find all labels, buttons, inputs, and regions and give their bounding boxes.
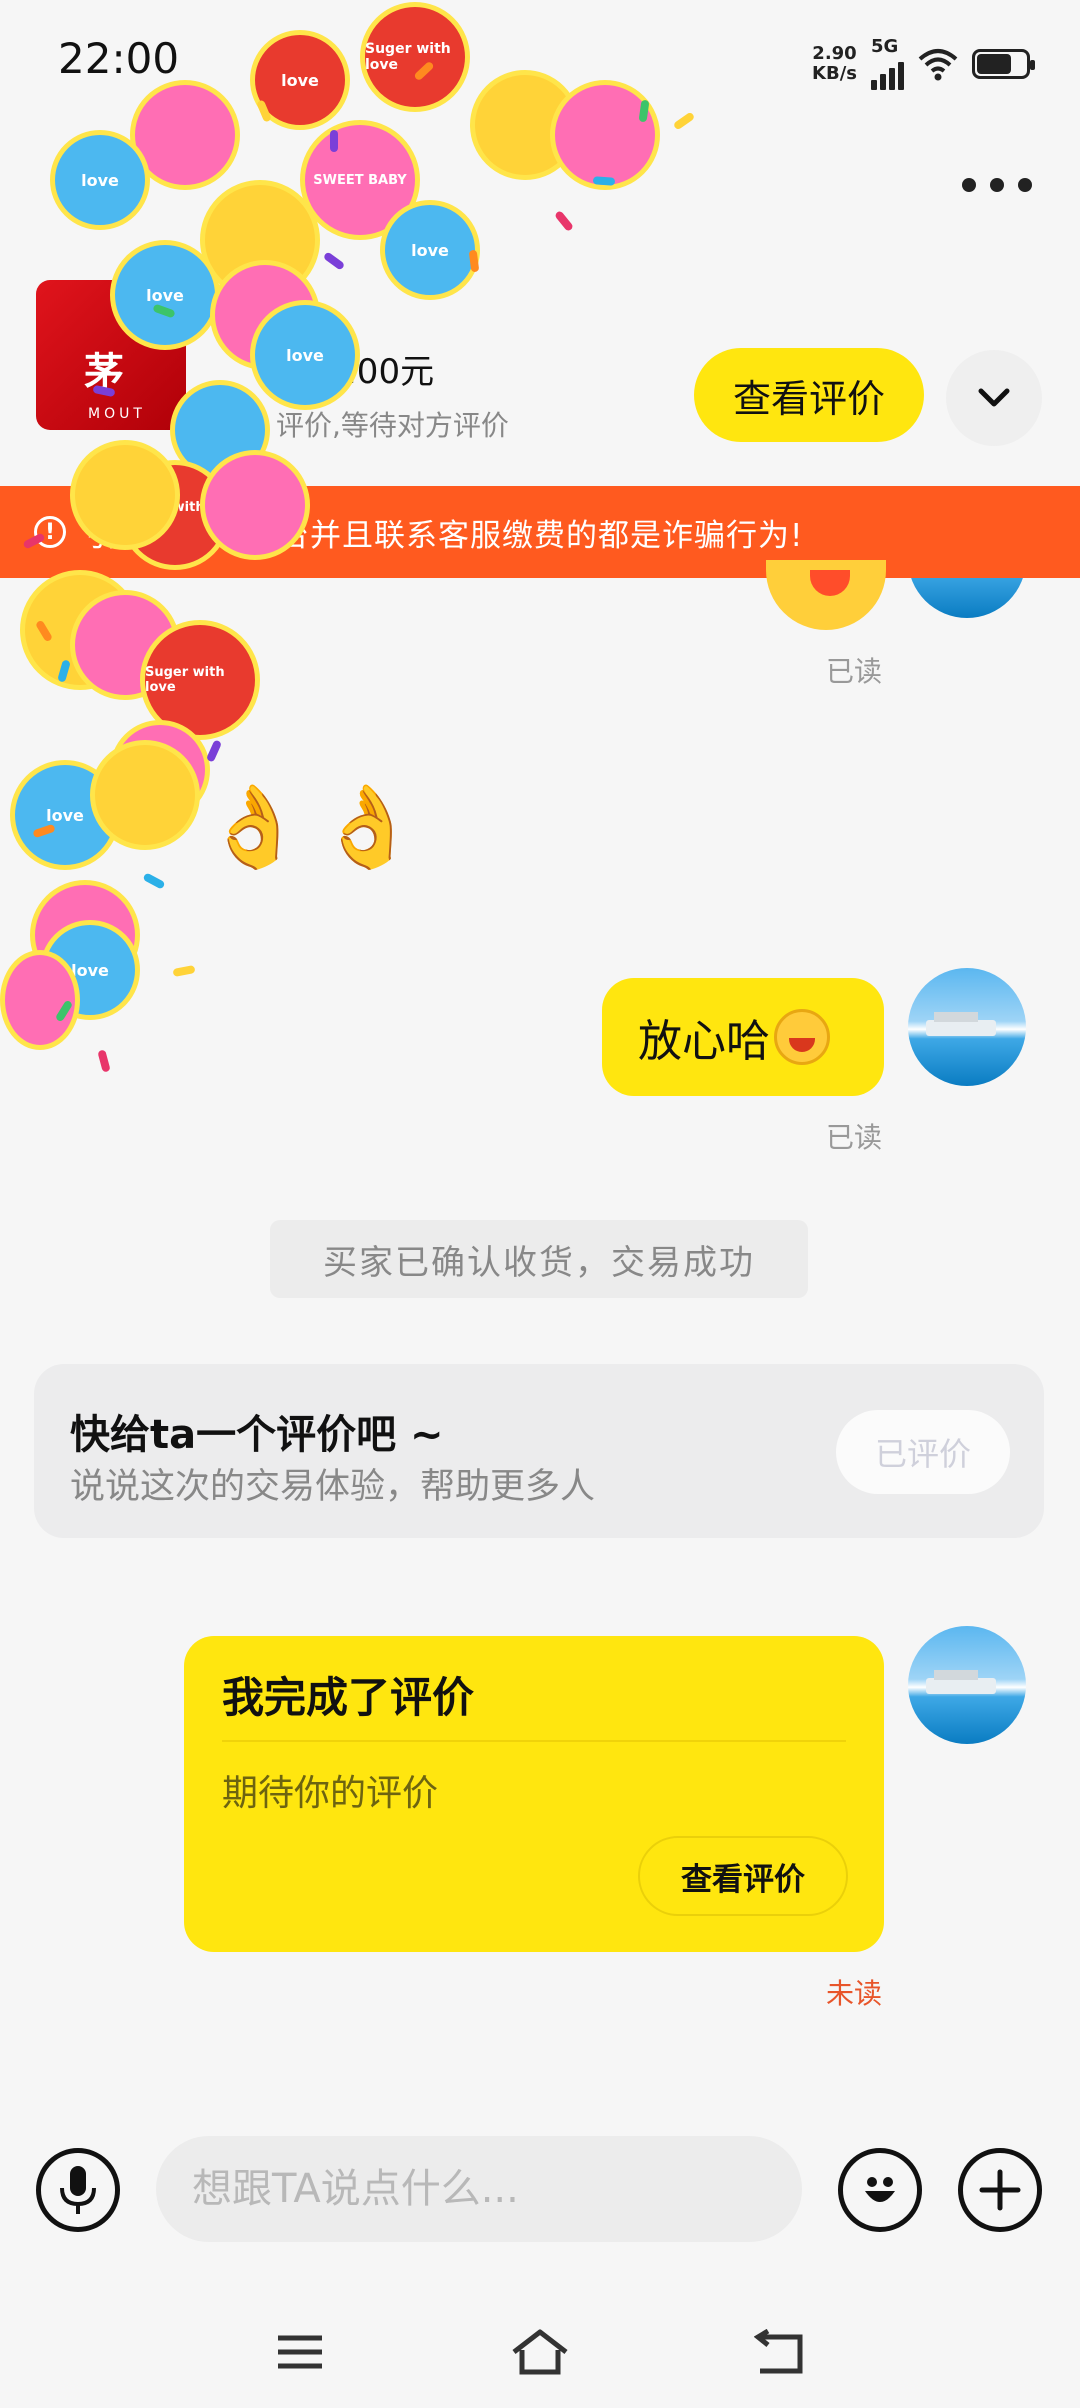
heart-sticker: Suger with love (140, 620, 260, 740)
warning-icon: ! (34, 516, 66, 548)
avatar[interactable] (908, 968, 1026, 1086)
sprinkle-decoration (172, 964, 196, 978)
reviewed-button[interactable]: 已评价 (836, 1410, 1010, 1494)
read-status: 已读 (826, 655, 883, 688)
home-icon[interactable] (508, 2320, 572, 2384)
smiley-sticker (110, 720, 210, 820)
laughing-emoji-icon (774, 1009, 830, 1065)
smiley-sticker (70, 590, 180, 700)
unread-status: 未读 (826, 1977, 883, 2010)
smiley-sticker (20, 570, 140, 690)
review-card-title: 我完成了评价 (222, 1673, 475, 1722)
menu-icon[interactable] (268, 2320, 332, 2384)
product-thumb-brand: 茅 (84, 350, 124, 396)
review-prompt-title: 快给ta一个评价吧 ~ (70, 1412, 444, 1458)
status-indicators: 2.90 KB/s 5G (812, 38, 1035, 90)
sprinkle-decoration (553, 209, 575, 233)
navigation-bar (0, 2280, 1080, 2408)
sprinkle-decoration (142, 872, 166, 890)
battery-icon (972, 49, 1035, 79)
sprinkle-decoration (34, 619, 54, 643)
view-review-button[interactable]: 查看评价 (694, 348, 924, 442)
status-time: 22:00 (58, 34, 180, 83)
warning-text: 引导至闲鱼平台并且联系客服缴费的都是诈骗行为! (86, 517, 804, 554)
review-prompt-card: 快给ta一个评价吧 ~ 说说这次的交易体验，帮助更多人 已评价 (34, 1364, 1044, 1538)
heart-sticker: love (40, 920, 140, 1020)
review-card-subtitle: 期待你的评价 (222, 1773, 439, 1814)
heart-sticker: love (50, 130, 150, 230)
system-message: 买家已确认收货，交易成功 (270, 1220, 808, 1298)
message-input[interactable] (156, 2136, 802, 2242)
heart-sticker: love (10, 760, 120, 870)
status-bar: 22:00 2.90 KB/s 5G (0, 0, 1080, 120)
sprinkle-decoration (592, 176, 616, 186)
product-price: .00元 (346, 352, 435, 392)
review-complete-card[interactable]: 我完成了评价 期待你的评价 查看评价 (184, 1636, 884, 1952)
product-status: 评价,等待对方评价 (276, 409, 509, 442)
read-status: 已读 (826, 1121, 883, 1154)
smiley-sticker: SWEET BABY (300, 120, 420, 240)
message-text: 放心哈 (638, 1016, 770, 1067)
sprinkle-decoration (54, 999, 74, 1023)
review-prompt-subtitle: 说说这次的交易体验，帮助更多人 (70, 1467, 596, 1507)
chevron-down-icon[interactable] (946, 350, 1042, 446)
smiley-sticker (90, 740, 200, 850)
emoji-icon[interactable] (838, 2148, 922, 2232)
divider (222, 1740, 846, 1742)
more-dots-icon[interactable] (962, 170, 1032, 200)
ok-hand-emoji-message: 👌👌 (204, 780, 432, 873)
sprinkle-decoration (205, 739, 223, 763)
sprinkle-decoration (97, 1049, 111, 1073)
smiley-sticker (30, 880, 140, 990)
scam-warning-bar: ! 引导至闲鱼平台并且联系客服缴费的都是诈骗行为! (0, 486, 1080, 578)
smiley-sticker (0, 950, 80, 1050)
microphone-icon[interactable] (36, 2148, 120, 2232)
network-speed: 2.90 KB/s (812, 43, 857, 84)
view-review-card-button[interactable]: 查看评价 (638, 1836, 848, 1916)
outgoing-message[interactable]: 放心哈 (602, 978, 884, 1096)
back-icon[interactable] (748, 2320, 812, 2384)
cell-signal-icon: 5G (871, 38, 904, 90)
avatar[interactable] (908, 1626, 1026, 1744)
sprinkle-decoration (330, 130, 338, 152)
sprinkle-decoration (57, 659, 71, 683)
product-thumb-sub: MOUT (88, 406, 146, 422)
product-card[interactable]: 茅 MOUT .00元 评价,等待对方评价 查看评价 (0, 240, 1080, 480)
plus-icon[interactable] (958, 2148, 1042, 2232)
sprinkle-decoration (32, 823, 56, 839)
wifi-icon (918, 49, 958, 81)
